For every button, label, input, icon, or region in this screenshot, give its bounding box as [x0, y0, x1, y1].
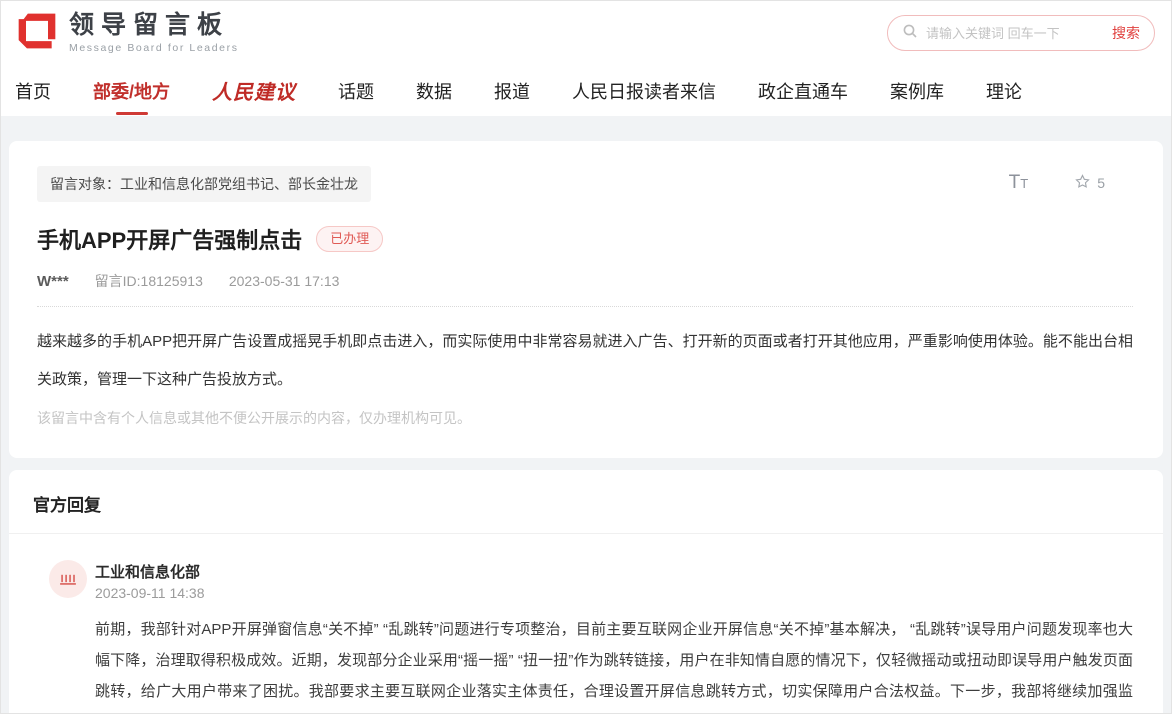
nav-item-case-library[interactable]: 案例库 [890, 78, 944, 104]
message-body: 越来越多的手机APP把开屏广告设置成摇晃手机即点击进入，而实际使用中非常容易就进… [37, 323, 1133, 399]
nav-item-reader-letters[interactable]: 人民日报读者来信 [572, 78, 716, 104]
star-icon [1074, 173, 1091, 193]
logo-subtitle: Message Board for Leaders [69, 42, 239, 54]
nav-item-data[interactable]: 数据 [416, 78, 452, 104]
nav-item-theory[interactable]: 理论 [986, 78, 1022, 104]
nav-item-home[interactable]: 首页 [15, 78, 51, 104]
nav-item-topics[interactable]: 话题 [338, 78, 374, 104]
reply-body: 前期，我部针对APP开屏弹窗信息“关不掉” “乱跳转”问题进行专项整治，目前主要… [95, 614, 1133, 714]
reply-header: 官方回复 [9, 470, 1163, 534]
reply-timestamp: 2023-09-11 14:38 [95, 585, 205, 601]
message-timestamp: 2023-05-31 17:13 [229, 273, 340, 289]
main-nav: 首页 部委/地方 人民建议 话题 数据 报道 人民日报读者来信 政企直通车 案例… [1, 65, 1171, 116]
favorite-button[interactable]: 5 [1074, 173, 1105, 193]
logo-speechbubble-icon [15, 9, 59, 58]
privacy-note: 该留言中含有个人信息或其他不便公开展示的内容，仅办理机构可见。 [37, 408, 1133, 428]
government-building-icon [57, 566, 79, 593]
page: 领导留言板 Message Board for Leaders 搜索 首页 部委… [0, 0, 1172, 714]
search-input[interactable] [926, 26, 1104, 41]
search-icon [902, 23, 918, 44]
site-logo[interactable]: 领导留言板 Message Board for Leaders [15, 9, 239, 58]
site-header: 领导留言板 Message Board for Leaders 搜索 [1, 1, 1171, 65]
status-badge: 已办理 [316, 226, 383, 252]
org-avatar [49, 560, 87, 598]
logo-title: 领导留言板 [69, 12, 239, 40]
message-id: 留言ID:18125913 [95, 271, 203, 291]
message-card: 留言对象：工业和信息化部党组书记、部长金壮龙 TT 5 [9, 141, 1163, 458]
main-content: 留言对象：工业和信息化部党组书记、部长金壮龙 TT 5 [1, 116, 1171, 714]
official-reply-card: 官方回复 [9, 470, 1163, 714]
reply-section-title: 官方回复 [33, 496, 101, 515]
nav-item-gov-enterprise[interactable]: 政企直通车 [758, 78, 848, 104]
font-size-icon[interactable]: TT [1009, 172, 1029, 194]
message-title: 手机APP开屏广告强制点击 [37, 223, 302, 255]
search-button[interactable]: 搜索 [1112, 23, 1140, 43]
nav-item-peoples-suggestions[interactable]: 人民建议 [212, 76, 296, 105]
nav-item-reports[interactable]: 报道 [494, 78, 530, 104]
message-author: W*** [37, 273, 69, 290]
reply-org-name: 工业和信息化部 [95, 561, 205, 582]
search-box[interactable]: 搜索 [887, 15, 1155, 51]
dotted-divider [37, 306, 1133, 307]
message-target-tag: 留言对象：工业和信息化部党组书记、部长金壮龙 [37, 166, 371, 202]
nav-item-ministries-regions[interactable]: 部委/地方 [93, 78, 170, 104]
star-count: 5 [1097, 175, 1105, 191]
